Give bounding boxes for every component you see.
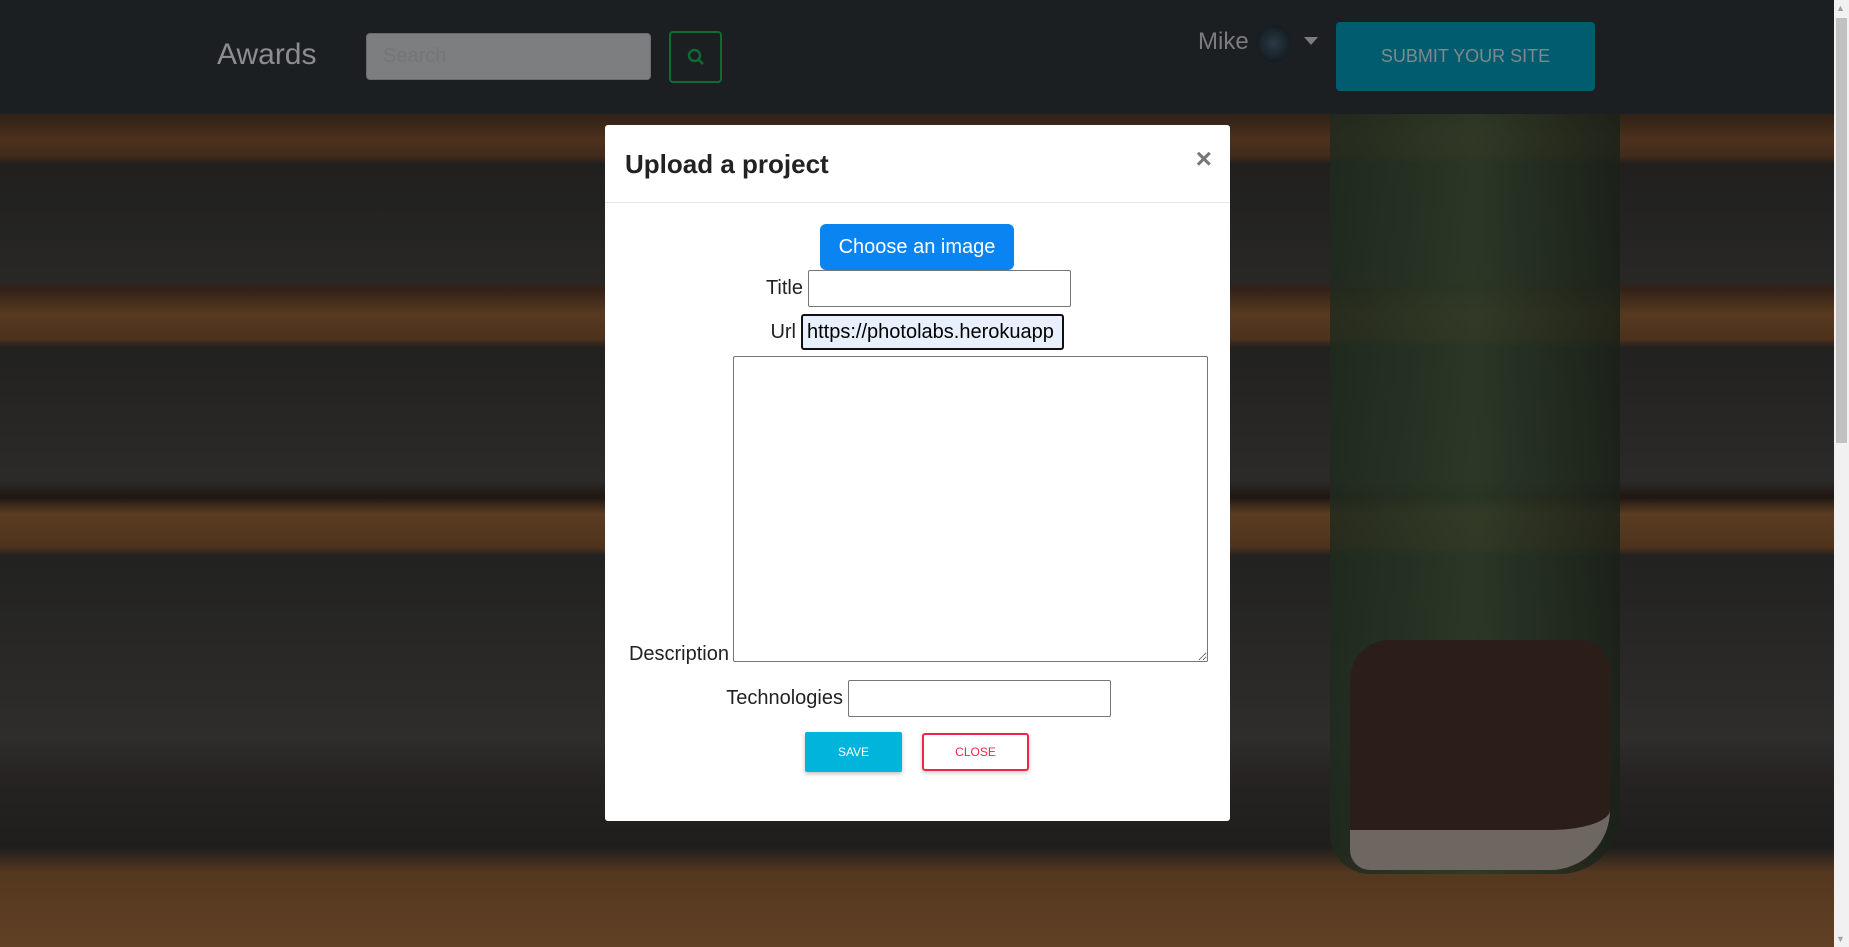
search-input[interactable]	[366, 33, 651, 80]
modal-header: Upload a project ×	[605, 125, 1230, 203]
close-icon[interactable]: ×	[1196, 143, 1212, 175]
scroll-up-icon[interactable]: ▲	[1836, 3, 1845, 13]
description-textarea[interactable]	[733, 356, 1208, 662]
submit-site-button[interactable]: SUBMIT YOUR SITE	[1336, 22, 1595, 91]
navbar: Awards Mike SUBMIT YOUR SITE	[0, 0, 1834, 114]
modal-title: Upload a project	[625, 149, 829, 179]
brand-link[interactable]: Awards	[217, 38, 317, 72]
url-input[interactable]	[801, 314, 1064, 350]
search-button[interactable]	[669, 31, 722, 83]
title-input[interactable]	[808, 270, 1071, 307]
background-shoe	[1350, 640, 1610, 870]
save-button[interactable]: SAVE	[805, 732, 902, 772]
choose-image-button[interactable]: Choose an image	[820, 224, 1014, 270]
url-label: Url	[770, 321, 796, 343]
avatar[interactable]	[1256, 25, 1291, 62]
user-name[interactable]: Mike	[1198, 28, 1249, 56]
close-button[interactable]: CLOSE	[922, 733, 1029, 771]
search-icon	[687, 48, 704, 65]
caret-down-icon[interactable]	[1304, 37, 1318, 45]
description-label: Description	[628, 643, 729, 665]
upload-project-modal: Upload a project × Choose an image Title…	[605, 125, 1230, 821]
technologies-input[interactable]	[848, 680, 1111, 717]
scrollbar-thumb[interactable]	[1836, 18, 1847, 443]
technologies-label: Technologies	[726, 687, 843, 709]
title-label: Title	[765, 277, 803, 299]
scroll-down-icon[interactable]: ▼	[1836, 934, 1845, 944]
